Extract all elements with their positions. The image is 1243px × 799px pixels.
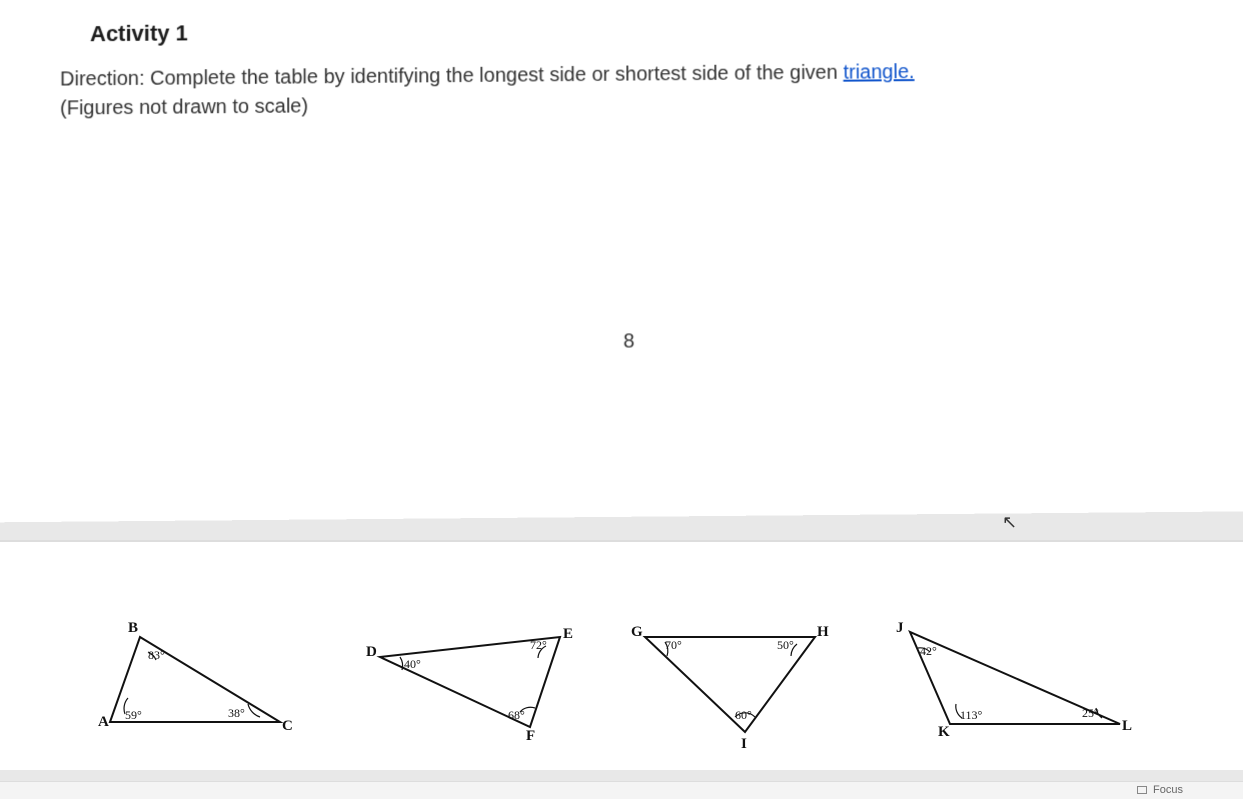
triangle-jkl-shape bbox=[890, 622, 1150, 742]
vertex-d-label: D bbox=[366, 644, 377, 661]
triangles-row: A B C 59° 83° 38° D E F 40° 72° 68° bbox=[70, 622, 1223, 762]
triangle-def: D E F 40° 72° 68° bbox=[360, 622, 600, 742]
vertex-h-label: H bbox=[817, 624, 829, 641]
angle-f-label: 68° bbox=[508, 708, 525, 723]
angle-d-label: 40° bbox=[404, 657, 421, 672]
focus-icon bbox=[1137, 786, 1147, 794]
triangle-abc: A B C 59° 83° 38° bbox=[70, 622, 310, 742]
vertex-a-label: A bbox=[98, 714, 109, 731]
angle-g-label: 70° bbox=[665, 638, 682, 653]
focus-mode-button[interactable]: Focus bbox=[1137, 784, 1183, 796]
angle-k-label: 113° bbox=[960, 708, 982, 723]
page-number: 8 bbox=[623, 330, 634, 353]
angle-c-label: 38° bbox=[228, 706, 245, 721]
status-bar: Focus bbox=[0, 781, 1243, 799]
document-page: Activity 1 Direction: Complete the table… bbox=[0, 0, 1243, 522]
angle-h-label: 50° bbox=[777, 638, 794, 653]
direction-link-word: triangle. bbox=[843, 61, 914, 84]
angle-e-label: 72° bbox=[530, 638, 547, 653]
vertex-e-label: E bbox=[563, 626, 573, 643]
angle-b-label: 83° bbox=[148, 648, 165, 663]
vertex-l-label: L bbox=[1122, 718, 1132, 735]
triangle-jkl: J K L 42° 113° 25° bbox=[890, 622, 1150, 742]
vertex-c-label: C bbox=[282, 718, 293, 735]
vertex-k-label: K bbox=[938, 724, 950, 741]
triangle-ghi: G H I 70° 50° 60° bbox=[625, 622, 845, 752]
vertex-g-label: G bbox=[631, 624, 643, 641]
focus-label: Focus bbox=[1153, 784, 1183, 796]
mouse-cursor-icon: ↖ bbox=[1002, 512, 1017, 533]
direction-suffix: (Figures not drawn to scale) bbox=[60, 95, 308, 119]
vertex-i-label: I bbox=[741, 736, 747, 753]
angle-i-label: 60° bbox=[735, 708, 752, 723]
triangle-ghi-shape bbox=[625, 622, 845, 752]
activity-title: Activity 1 bbox=[90, 11, 1213, 47]
figures-panel: ↖ A B C 59° 83° 38° D bbox=[0, 540, 1243, 770]
vertex-f-label: F bbox=[526, 728, 535, 745]
vertex-b-label: B bbox=[128, 620, 138, 637]
direction-prefix: Direction: Complete the table by identif… bbox=[60, 62, 843, 91]
direction-text: Direction: Complete the table by identif… bbox=[60, 58, 961, 124]
angle-j-label: 42° bbox=[920, 644, 937, 659]
angle-l-label: 25° bbox=[1082, 706, 1099, 721]
angle-a-label: 59° bbox=[125, 708, 142, 723]
vertex-j-label: J bbox=[896, 620, 904, 637]
